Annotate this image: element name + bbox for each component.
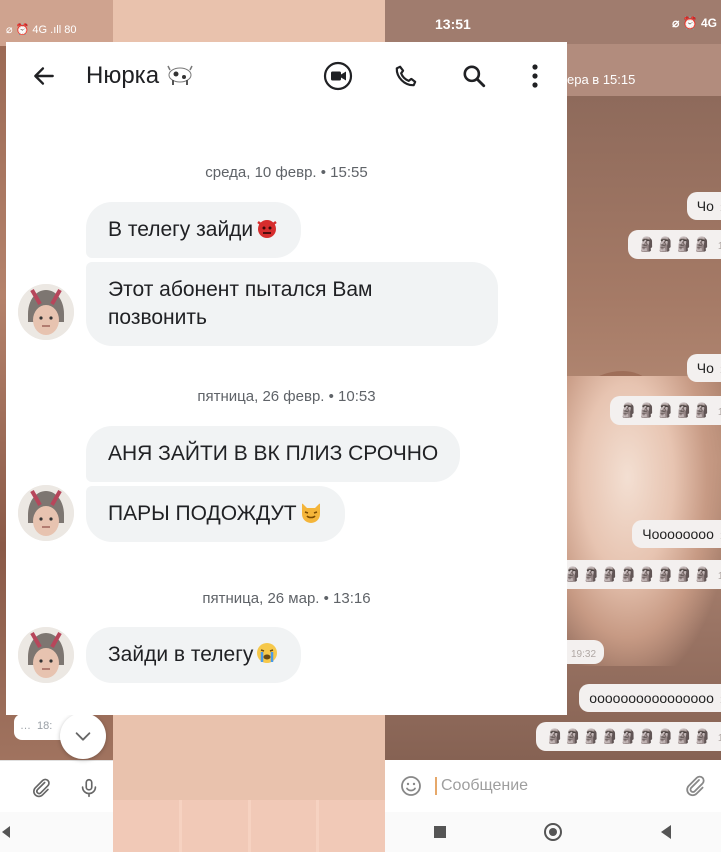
date-separator: пятница, 26 февр. • 10:53 bbox=[197, 388, 376, 405]
message-text: В телегу зайди bbox=[108, 218, 254, 241]
scroll-to-bottom-button[interactable] bbox=[60, 713, 106, 759]
telegram-message[interactable]: 🗿🗿🗿🗿19 bbox=[628, 230, 721, 259]
contact-name: Нюрка bbox=[86, 62, 160, 89]
avatar[interactable] bbox=[18, 284, 74, 340]
tile bbox=[113, 800, 179, 852]
telegram-message[interactable]: Чо19 bbox=[686, 354, 721, 382]
avatar[interactable] bbox=[18, 485, 74, 541]
telegram-status-bar: 13:51 ⌀ ⏰ 4G bbox=[385, 0, 721, 44]
message-text: 🗿🗿🗿🗿🗿🗿🗿🗿🗿 bbox=[545, 728, 712, 744]
decorative-tiles bbox=[113, 800, 385, 852]
attach-icon[interactable] bbox=[30, 777, 52, 799]
message-bubble[interactable]: ПАРЫ ПОДОЖДУТ bbox=[86, 486, 345, 542]
date-separator: среда, 10 февр. • 15:55 bbox=[205, 164, 368, 181]
phone-call-button[interactable] bbox=[390, 60, 422, 92]
telegram-message[interactable]: оооооооооооооооо19 bbox=[579, 684, 721, 712]
telegram-nav-bar bbox=[385, 812, 721, 852]
nav-back-icon[interactable] bbox=[0, 825, 12, 839]
left-nav-bar bbox=[0, 812, 113, 852]
microphone-icon[interactable] bbox=[78, 777, 100, 799]
crying-face-emoji-icon bbox=[257, 643, 278, 663]
arrow-back-icon bbox=[34, 67, 54, 85]
message-text: Чо bbox=[696, 360, 714, 376]
status-icons: ⌀ ⏰ 4G bbox=[672, 16, 717, 30]
message-text: 🗿🗿🗿🗿🗿 bbox=[619, 402, 712, 418]
telegram-message[interactable]: Чоооооооо19 bbox=[632, 520, 721, 548]
message-text: Чоооооооо bbox=[642, 526, 714, 542]
phone-icon bbox=[395, 65, 417, 87]
search-button[interactable] bbox=[458, 60, 490, 92]
back-button[interactable] bbox=[30, 62, 58, 90]
telegram-message[interactable]: 🗿🗿🗿🗿🗿🗿🗿🗿🗿19 bbox=[535, 722, 721, 751]
message-text: ПАРЫ ПОДОЖДУТ bbox=[108, 502, 297, 525]
app-bar: Нюрка bbox=[6, 42, 567, 110]
left-status-icons: ⌀ ⏰ 4G .ıll 80 bbox=[6, 24, 77, 36]
telegram-message[interactable]: 🗿🗿🗿🗿🗿🗿🗿🗿19 bbox=[554, 560, 721, 589]
angry-devil-emoji-icon bbox=[257, 220, 277, 238]
message-bubble[interactable]: Этот абонент пытался Вам позвонить bbox=[86, 262, 498, 346]
left-input-bar bbox=[0, 760, 113, 812]
attach-icon[interactable] bbox=[683, 774, 707, 798]
search-icon bbox=[463, 65, 486, 88]
nav-back-icon[interactable] bbox=[659, 824, 673, 840]
telegram-message[interactable]: 🗿🗿🗿🗿🗿19 bbox=[609, 396, 721, 425]
message-bubble[interactable]: АНЯ ЗАЙТИ В ВК ПЛИЗ СРОЧНО bbox=[86, 426, 461, 482]
message-bubble[interactable]: Зайди в телегу bbox=[86, 627, 302, 683]
left-status-bar: ⌀ ⏰ 4G .ıll 80 bbox=[0, 0, 113, 46]
message-input[interactable]: Сообщение bbox=[435, 777, 671, 795]
last-seen-text: ера в 15:15 bbox=[567, 72, 636, 87]
home-icon[interactable] bbox=[543, 822, 563, 842]
tile bbox=[250, 800, 317, 852]
tile bbox=[181, 800, 248, 852]
cat-emoji-icon bbox=[301, 503, 320, 523]
date-separator: пятница, 26 мар. • 13:16 bbox=[202, 590, 371, 607]
chevron-down-icon bbox=[75, 732, 91, 741]
telegram-message[interactable]: Чо19 bbox=[686, 192, 721, 220]
contact-photo bbox=[18, 284, 74, 340]
video-call-button[interactable] bbox=[322, 60, 354, 92]
messages-conversation-card: Нюрка среда, 10 февр. • 15:55 В телегу з… bbox=[6, 42, 567, 715]
tile bbox=[319, 800, 385, 852]
message-text: Чо bbox=[696, 198, 714, 214]
message-time: 19:32 bbox=[571, 649, 597, 660]
emoji-icon[interactable] bbox=[399, 774, 423, 798]
message-text: АНЯ ЗАЙТИ В ВК ПЛИЗ СРОЧНО bbox=[108, 442, 439, 465]
contact-photo bbox=[18, 485, 74, 541]
contact-name-row[interactable]: Нюрка bbox=[86, 62, 194, 90]
message-text: Зайди в телегу bbox=[108, 643, 254, 666]
message-bubble[interactable]: В телегу зайди bbox=[86, 202, 302, 258]
recents-icon[interactable] bbox=[433, 825, 447, 839]
contact-photo bbox=[18, 627, 74, 683]
message-text: 🗿🗿🗿🗿🗿🗿🗿🗿 bbox=[564, 566, 712, 582]
message-text: оооооооооооооооо bbox=[589, 690, 714, 706]
video-call-icon bbox=[323, 61, 353, 91]
more-vert-icon bbox=[532, 64, 538, 88]
left-bubble-time: 18: bbox=[37, 720, 53, 732]
avatar[interactable] bbox=[18, 627, 74, 683]
message-text: Этот абонент пытался Вам позвонить bbox=[108, 278, 373, 329]
ellipsis-icon: … bbox=[20, 720, 31, 732]
message-text: 🗿🗿🗿🗿 bbox=[638, 236, 712, 252]
status-time: 13:51 bbox=[435, 16, 471, 32]
more-options-button[interactable] bbox=[519, 60, 551, 92]
telegram-input-bar: Сообщение bbox=[385, 760, 721, 812]
cow-emoji-icon bbox=[167, 65, 193, 85]
